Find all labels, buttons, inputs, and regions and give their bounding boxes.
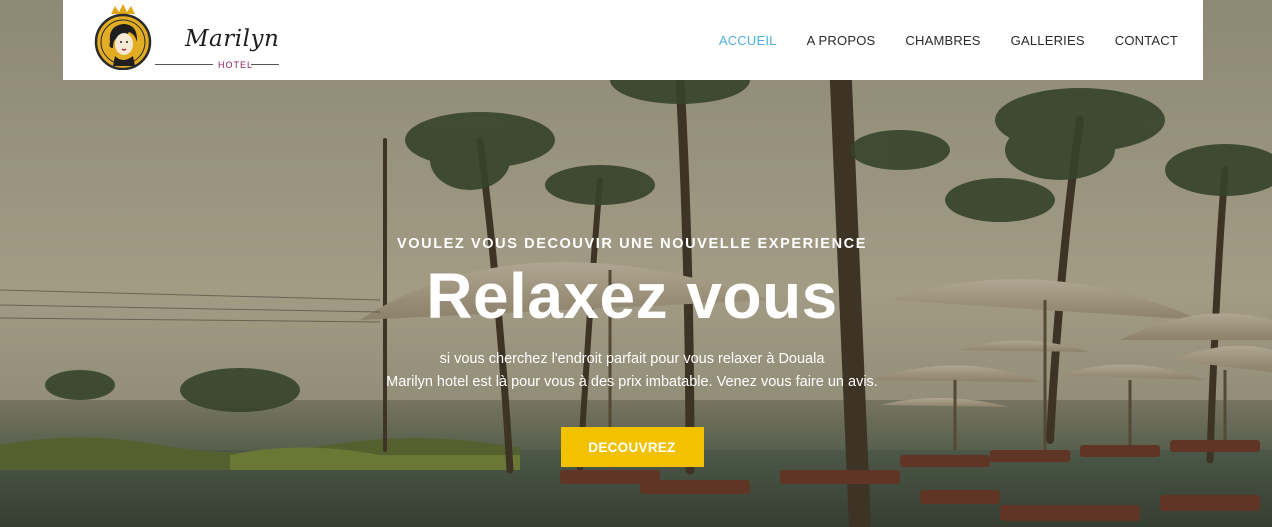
brand-subtitle: HOTEL bbox=[218, 60, 254, 70]
logo-divider-left bbox=[155, 64, 213, 65]
nav-item-a-propos[interactable]: A PROPOS bbox=[807, 33, 876, 48]
brand-name: Marilyn bbox=[185, 26, 280, 52]
hero-headline: Relaxez vous bbox=[426, 260, 838, 332]
site-header: Marilyn HOTEL ACCUEIL A PROPOS CHAMBRES … bbox=[63, 0, 1203, 80]
hero-description: si vous cherchez l'endroit parfait pour … bbox=[0, 348, 1264, 394]
hero-kicker: VOULEZ VOUS DECOUVIR UNE NOUVELLE EXPERI… bbox=[396, 236, 867, 252]
marilyn-portrait-logo-icon bbox=[94, 4, 152, 70]
nav-item-contact[interactable]: CONTACT bbox=[1115, 33, 1178, 48]
nav-item-accueil[interactable]: ACCUEIL bbox=[719, 33, 777, 48]
hero-description-line-2: Marilyn hotel est là pour vous à des pri… bbox=[386, 374, 878, 390]
hero-content: VOULEZ VOUS DECOUVIR UNE NOUVELLE EXPERI… bbox=[0, 236, 1264, 467]
hotel-logo[interactable]: Marilyn HOTEL bbox=[93, 4, 279, 74]
nav-item-galleries[interactable]: GALLERIES bbox=[1011, 33, 1085, 48]
discover-button[interactable]: DECOUVREZ bbox=[560, 427, 704, 467]
nav-item-chambres[interactable]: CHAMBRES bbox=[905, 33, 980, 48]
logo-divider-right bbox=[251, 64, 279, 65]
main-navigation: ACCUEIL A PROPOS CHAMBRES GALLERIES CONT… bbox=[689, 0, 1178, 80]
hero-description-line-1: si vous cherchez l'endroit parfait pour … bbox=[439, 351, 825, 367]
